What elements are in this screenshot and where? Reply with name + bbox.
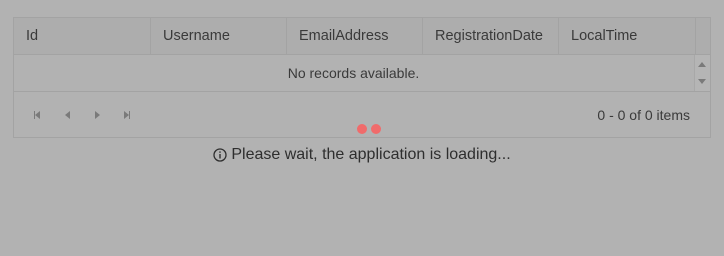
last-page-icon[interactable] (121, 109, 133, 121)
grid-header: Id Username EmailAddress RegistrationDat… (14, 18, 710, 55)
loading-message-text: Please wait, the application is loading.… (231, 146, 511, 163)
column-header-username[interactable]: Username (151, 18, 287, 54)
scroll-down-icon[interactable] (698, 79, 706, 84)
info-icon (213, 148, 228, 162)
column-header-id[interactable]: Id (14, 18, 151, 54)
header-scrollbar-spacer (696, 18, 710, 54)
loading-dot (357, 124, 367, 134)
no-records-message: No records available. (287, 65, 420, 81)
column-header-label: RegistrationDate (435, 28, 543, 44)
page: Id Username EmailAddress RegistrationDat… (0, 0, 724, 256)
data-grid: Id Username EmailAddress RegistrationDat… (13, 17, 711, 138)
pager-info: 0 - 0 of 0 items (597, 107, 690, 123)
previous-page-icon[interactable] (61, 109, 73, 121)
column-header-emailaddress[interactable]: EmailAddress (287, 18, 423, 54)
column-header-label: LocalTime (571, 28, 638, 44)
grid-body: No records available. (14, 55, 710, 92)
column-header-label: Id (26, 28, 39, 44)
loading-message: Please wait, the application is loading.… (0, 146, 724, 164)
vertical-scrollbar[interactable] (694, 55, 710, 91)
next-page-icon[interactable] (91, 109, 103, 121)
loading-dot (371, 124, 381, 134)
first-page-icon[interactable] (31, 109, 43, 121)
column-header-registrationdate[interactable]: RegistrationDate (423, 18, 559, 54)
column-header-localtime[interactable]: LocalTime (559, 18, 696, 54)
column-header-label: EmailAddress (299, 28, 389, 44)
column-header-label: Username (163, 28, 230, 44)
scroll-up-icon[interactable] (698, 62, 706, 67)
loading-indicator (357, 124, 381, 134)
